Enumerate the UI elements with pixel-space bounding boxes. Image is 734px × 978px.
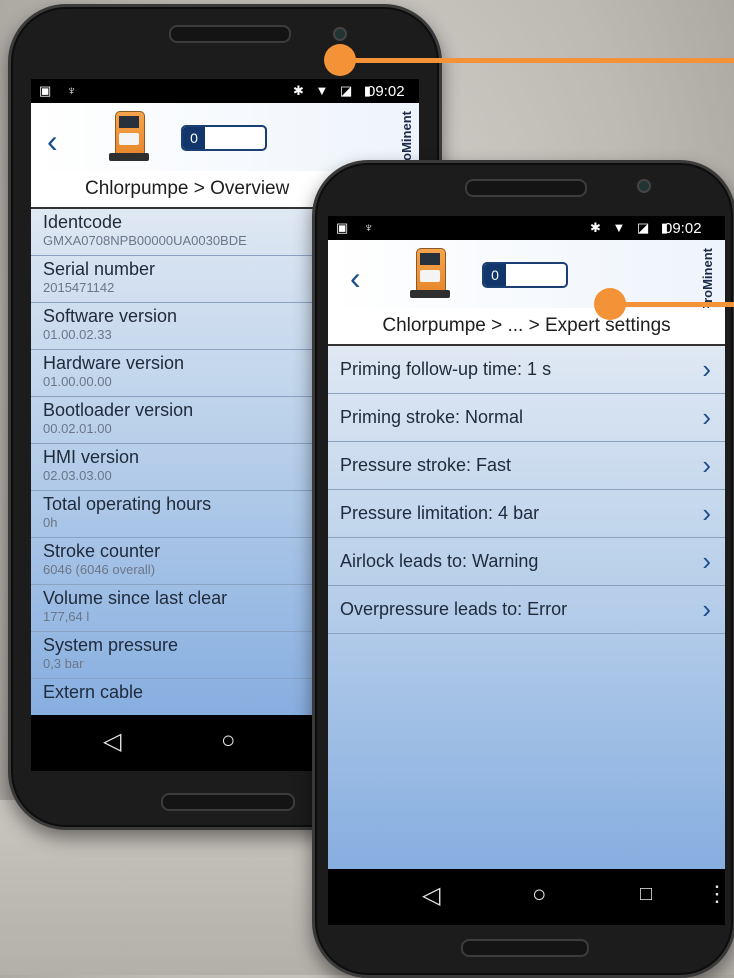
phone-speaker <box>465 179 587 197</box>
chevron-right-icon: › <box>702 498 711 528</box>
notification-icons: ▣ ♆ <box>39 83 83 98</box>
nav-home-icon[interactable]: ○ <box>221 727 236 755</box>
chevron-right-icon: › <box>702 402 711 432</box>
notification-icons: ▣ ♆ <box>336 220 380 235</box>
callout-line-right <box>610 302 734 307</box>
item-title: Priming follow-up time: 1 s <box>340 359 552 379</box>
status-bar: ▣ ♆ ✱ ▼ ◪ ▮ 09:02 <box>328 216 725 240</box>
screen-expert-settings: ▣ ♆ ✱ ▼ ◪ ▮ 09:02 ‹ 0 ProMinent Chlorpum… <box>328 216 725 925</box>
phone-camera <box>637 179 651 193</box>
breadcrumb: Chlorpumpe > ... > Expert settings <box>328 308 725 346</box>
item-title: Priming stroke: Normal <box>340 407 524 427</box>
nav-recents-icon[interactable]: □ <box>640 883 652 906</box>
stroke-counter-display: 0 <box>181 125 267 151</box>
callout-dot-top <box>324 44 356 76</box>
item-title: Overpressure leads to: Error <box>340 599 568 619</box>
phone-right: ▣ ♆ ✱ ▼ ◪ ▮ 09:02 ‹ 0 ProMinent Chlorpum… <box>312 160 734 978</box>
settings-item-pressure-limitation[interactable]: Pressure limitation: 4 bar › <box>328 490 725 538</box>
phone-bottom-speaker <box>161 793 295 811</box>
pump-icon <box>109 109 149 163</box>
settings-item-pressure-stroke[interactable]: Pressure stroke: Fast › <box>328 442 725 490</box>
chevron-right-icon: › <box>702 450 711 480</box>
phone-speaker <box>169 25 291 43</box>
status-time: 09:02 <box>664 220 702 237</box>
system-icons: ✱ ▼ ◪ ▮ <box>293 83 376 98</box>
item-title: Airlock leads to: Warning <box>340 551 539 571</box>
overflow-menu-icon[interactable]: ⋮ <box>706 881 725 907</box>
chevron-left-icon[interactable]: ‹ <box>350 260 361 297</box>
chevron-right-icon: › <box>702 546 711 576</box>
callout-dot-right <box>594 288 626 320</box>
nav-home-icon[interactable]: ○ <box>532 881 547 909</box>
settings-item-priming-stroke[interactable]: Priming stroke: Normal › <box>328 394 725 442</box>
chevron-right-icon: › <box>702 354 711 384</box>
nav-back-icon[interactable]: ◁ <box>103 727 121 756</box>
counter-value: 0 <box>183 127 205 149</box>
item-title: Pressure stroke: Fast <box>340 455 512 475</box>
callout-line-top <box>340 58 734 63</box>
phone-bottom-speaker <box>461 939 589 957</box>
phone-camera <box>333 27 347 41</box>
settings-item-overpressure[interactable]: Overpressure leads to: Error › <box>328 586 725 634</box>
status-time: 09:02 <box>367 83 405 100</box>
expert-settings-list: Priming follow-up time: 1 s › Priming str… <box>328 346 725 869</box>
stroke-counter-display: 0 <box>482 262 568 288</box>
pump-icon <box>410 246 450 300</box>
system-icons: ✱ ▼ ◪ ▮ <box>590 220 673 235</box>
navigation-bar: ◁ ○ □ ⋮ <box>328 869 725 925</box>
brand-logo: ProMinent <box>700 248 718 312</box>
nav-back-icon[interactable]: ◁ <box>422 881 440 910</box>
settings-item-airlock[interactable]: Airlock leads to: Warning › <box>328 538 725 586</box>
settings-item-priming-follow-up[interactable]: Priming follow-up time: 1 s › <box>328 346 725 394</box>
chevron-right-icon: › <box>702 594 711 624</box>
item-title: Pressure limitation: 4 bar <box>340 503 540 523</box>
chevron-left-icon[interactable]: ‹ <box>47 123 58 160</box>
app-header: ‹ 0 ProMinent <box>328 240 725 312</box>
status-bar: ▣ ♆ ✱ ▼ ◪ ▮ 09:02 <box>31 79 419 103</box>
counter-value: 0 <box>484 264 506 286</box>
